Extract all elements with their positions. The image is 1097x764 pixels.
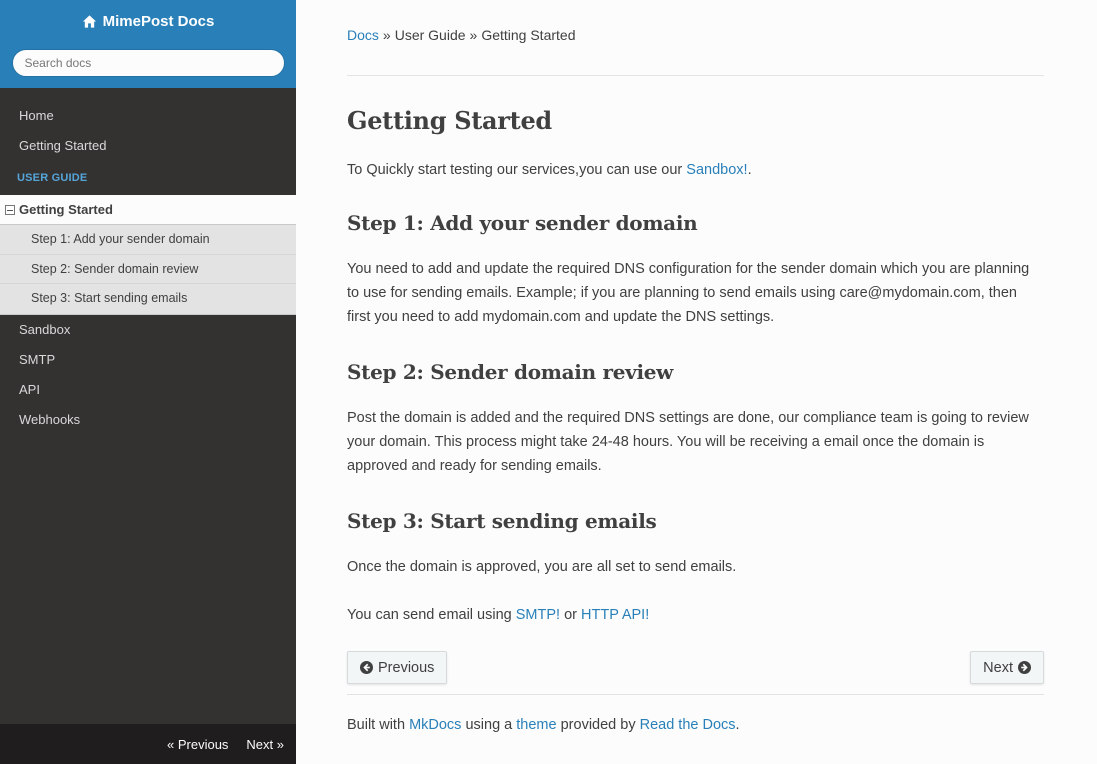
breadcrumb-docs-link[interactable]: Docs [347, 27, 379, 75]
brand-link[interactable]: MimePost Docs [82, 11, 215, 31]
versions-next-link[interactable]: Next » [246, 737, 284, 752]
collapse-toggle-icon[interactable] [5, 204, 15, 215]
theme-link[interactable]: theme [516, 717, 556, 733]
smtp-link[interactable]: SMTP! [516, 607, 560, 623]
versions-previous-link[interactable]: « Previous [167, 737, 228, 752]
intro-end: . [747, 162, 752, 178]
main-content: Docs » User Guide » Getting Started Gett… [347, 0, 1044, 733]
breadcrumb-current: Getting Started [481, 27, 576, 43]
sandbox-link[interactable]: Sandbox! [686, 162, 747, 178]
sidebar-item-current[interactable]: Getting Started [0, 195, 296, 225]
step-3-paragraph: Once the domain is approved, you are all… [347, 559, 737, 575]
sidebar-nav: Home Getting Started USER GUIDE Getting … [0, 88, 296, 435]
step-2-heading: Step 2: Sender domain review [347, 360, 674, 384]
sidebar-current-label: Getting Started [19, 201, 113, 217]
intro-paragraph: To Quickly start testing our services,yo… [347, 158, 1044, 182]
http-api-link[interactable]: HTTP API! [581, 607, 649, 623]
previous-button-label: Previous [378, 659, 435, 676]
footer: Built with MkDocs using a theme provided… [347, 717, 1044, 733]
breadcrumb-user-guide: User Guide [394, 27, 466, 43]
sidebar-item-smtp[interactable]: SMTP [0, 345, 296, 375]
footer-divider [347, 694, 1044, 695]
previous-button[interactable]: Previous [347, 651, 448, 684]
read-the-docs-link[interactable]: Read the Docs [640, 717, 736, 733]
search-input[interactable] [11, 48, 285, 77]
step-1-paragraph: You need to add and update the required … [347, 261, 1030, 325]
page-title: Getting Started [347, 106, 552, 135]
mkdocs-link[interactable]: MkDocs [409, 717, 461, 733]
next-button[interactable]: Next [970, 651, 1044, 684]
footer-built-with: Built with [347, 717, 410, 733]
sidebar-item-api[interactable]: API [0, 375, 296, 405]
or-text: or [560, 607, 582, 623]
sidebar-subitem-step-1[interactable]: Step 1: Add your sender domain [0, 225, 296, 255]
pager: Previous Next [347, 651, 1044, 684]
step-3-heading: Step 3: Start sending emails [347, 509, 657, 533]
sidebar-subnav: Step 1: Add your sender domain Step 2: S… [0, 225, 296, 315]
intro-text: To Quickly start testing our services,yo… [347, 162, 687, 178]
home-icon [82, 14, 96, 28]
sidebar: MimePost Docs Home Getting Started USER … [0, 0, 296, 764]
sidebar-header: MimePost Docs [0, 0, 296, 88]
arrow-circle-left-icon [360, 661, 373, 674]
footer-using-a: using a [461, 717, 517, 733]
sidebar-subitem-step-3[interactable]: Step 3: Start sending emails [0, 284, 296, 314]
sidebar-subitem-step-2[interactable]: Step 2: Sender domain review [0, 255, 296, 284]
content-area: Docs » User Guide » Getting Started Gett… [296, 0, 1097, 764]
arrow-circle-right-icon [1018, 661, 1031, 674]
step-2-paragraph: Post the domain is added and the require… [347, 410, 1029, 474]
sidebar-item-sandbox[interactable]: Sandbox [0, 315, 296, 345]
brand-title: MimePost Docs [102, 12, 215, 30]
footer-provided-by: provided by [556, 717, 640, 733]
sidebar-caption: USER GUIDE [17, 172, 88, 184]
step-1-heading: Step 1: Add your sender domain [347, 211, 698, 235]
send-text: You can send email using [347, 607, 516, 623]
footer-end: . [735, 717, 740, 733]
versions-bar: « Previous Next » [0, 724, 296, 764]
breadcrumb: Docs » User Guide » Getting Started [347, 0, 1044, 76]
breadcrumb-separator: » [382, 27, 391, 43]
sidebar-item-webhooks[interactable]: Webhooks [0, 405, 296, 435]
send-paragraph: You can send email using SMTP! or HTTP A… [347, 603, 1044, 627]
breadcrumb-separator: » [469, 27, 478, 43]
next-button-label: Next [983, 659, 1013, 676]
sidebar-item-getting-started[interactable]: Getting Started [0, 131, 296, 161]
sidebar-item-home[interactable]: Home [0, 101, 296, 131]
